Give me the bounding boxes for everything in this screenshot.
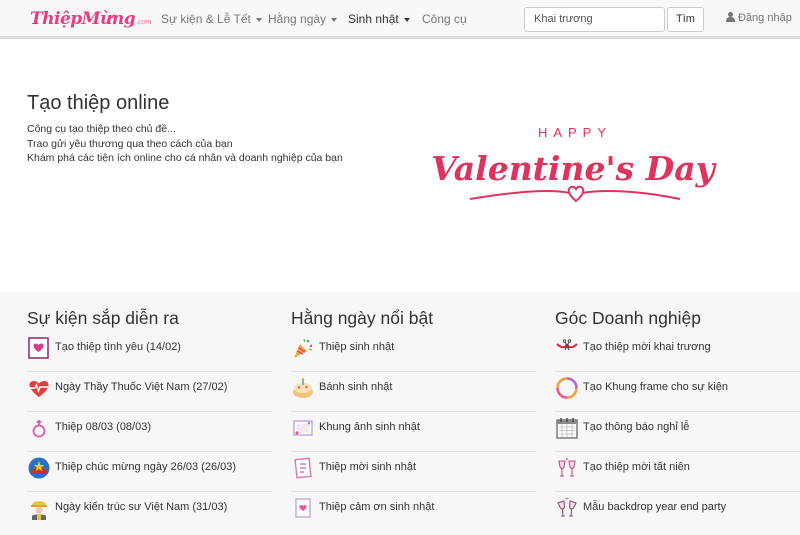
daily-highlights-title: Hằng ngày nổi bật	[291, 308, 434, 328]
business-corner-title: Góc Doanh nghiệp	[555, 308, 701, 328]
user-icon	[726, 12, 735, 22]
top-navbar: ThiệpMừng.com Sự kiện & Lễ Tết Hằng ngày…	[0, 0, 800, 39]
champagne-glasses-icon	[558, 458, 576, 477]
list-item[interactable]: Ngày Thầy Thuốc Việt Nam (27/02)	[27, 372, 272, 412]
list-item-label: Thiệp chúc mừng ngày 26/03 (26/03)	[55, 461, 237, 473]
list-item-label: Ngày Thầy Thuốc Việt Nam (27/02)	[55, 381, 228, 393]
youth-union-icon	[28, 457, 50, 479]
ribbon-cutting-icon	[556, 339, 578, 351]
search-input[interactable]: Khai trương	[524, 7, 665, 32]
banner-happy-text: HAPPY	[538, 125, 612, 140]
invitation-card-icon	[294, 457, 312, 479]
list-item-label: Thiệp sinh nhật	[319, 341, 395, 353]
list-item[interactable]: Thiệp 08/03 (08/03)	[27, 412, 272, 452]
nav-menu-tools[interactable]: Công cụ	[422, 12, 467, 26]
list-item[interactable]: Thiệp cảm ơn sinh nhật	[291, 492, 536, 532]
hero-line-2: Trao gửi yêu thương qua theo cách của bạ…	[27, 138, 233, 150]
list-item-label: Thiệp 08/03 (08/03)	[55, 421, 152, 433]
party-popper-icon	[294, 338, 313, 358]
champagne-toast-icon	[557, 497, 577, 517]
list-item-label: Thiệp cảm ơn sinh nhật	[319, 501, 435, 513]
hero-title: Tạo thiệp online	[27, 92, 170, 114]
list-item[interactable]: Thiệp chúc mừng ngày 26/03 (26/03)	[27, 452, 272, 492]
list-item-label: Tạo thiệp mời khai trương	[583, 341, 711, 353]
site-logo[interactable]: ThiệpMừng.com	[30, 9, 152, 29]
logo-text: ThiệpMừng	[30, 9, 136, 29]
login-label: Đăng nhập	[738, 12, 792, 24]
list-item[interactable]: Thiệp sinh nhật	[291, 332, 536, 372]
list-item-label: Thiệp mời sinh nhật	[319, 461, 417, 473]
list-item-label: Tạo thiệp tình yêu (14/02)	[55, 341, 181, 353]
list-item[interactable]: Tạo thông báo nghỉ lễ	[555, 412, 800, 452]
upcoming-events-title: Sự kiện sắp diễn ra	[27, 308, 179, 328]
valentines-day-banner: HAPPY Valentine's Day	[431, 125, 718, 203]
women-symbol-icon	[32, 420, 46, 438]
love-card-icon	[28, 337, 49, 359]
heart-pulse-icon	[29, 380, 49, 397]
hero-section: Tạo thiệp online Công cụ tạo thiệp theo …	[0, 42, 800, 292]
search-button[interactable]: Tìm	[667, 7, 704, 32]
nav-menu-events-label: Sự kiện & Lễ Tết	[161, 12, 251, 26]
list-item-label: Ngày kiến trúc sư Việt Nam (31/03)	[55, 501, 228, 513]
chevron-down-icon	[255, 17, 262, 22]
nav-menu-daily[interactable]: Hằng ngày	[268, 12, 338, 26]
nav-menu-daily-label: Hằng ngày	[268, 12, 327, 26]
calendar-icon	[556, 418, 578, 439]
list-item[interactable]: Bánh sinh nhật	[291, 372, 536, 412]
photo-frame-icon	[293, 420, 313, 436]
hero-line-3: Khám phá các tiện ích online cho cá nhân…	[27, 152, 343, 164]
thank-you-card-icon	[295, 498, 311, 518]
list-item-label: Khung ảnh sinh nhật	[319, 421, 420, 433]
list-item[interactable]: Tạo thiệp mời khai trương	[555, 332, 800, 372]
nav-menu-events[interactable]: Sự kiện & Lễ Tết	[161, 12, 262, 26]
list-item-label: Tạo thông báo nghỉ lễ	[583, 421, 690, 433]
list-item-label: Tạo thiệp mời tất niên	[583, 461, 690, 473]
birthday-cake-icon	[293, 378, 313, 398]
banner-swash-left	[469, 190, 571, 200]
list-item[interactable]: Tạo Khung frame cho sự kiện	[555, 372, 800, 412]
circle-frame-icon	[556, 377, 578, 399]
heart-icon	[567, 185, 585, 203]
list-item[interactable]: Mẫu backdrop year end party	[555, 492, 800, 532]
chevron-down-icon	[331, 17, 338, 22]
nav-menu-birthday-label: Sinh nhật	[348, 12, 399, 26]
list-item-label: Mẫu backdrop year end party	[583, 501, 727, 513]
list-item[interactable]: Khung ảnh sinh nhật	[291, 412, 536, 452]
login-link[interactable]: Đăng nhập	[726, 12, 792, 24]
featured-sections: Sự kiện sắp diễn ra Tạo thiệp tình yêu (…	[0, 292, 800, 535]
list-item[interactable]: Tạo thiệp tình yêu (14/02)	[27, 332, 272, 372]
nav-menu-tools-label: Công cụ	[422, 12, 467, 26]
list-item[interactable]: Ngày kiến trúc sư Việt Nam (31/03)	[27, 492, 272, 532]
list-item[interactable]: Tạo thiệp mời tất niên	[555, 452, 800, 492]
list-item-label: Tạo Khung frame cho sự kiện	[583, 381, 728, 393]
nav-menu-birthday[interactable]: Sinh nhật	[348, 12, 410, 26]
chevron-down-icon	[403, 17, 410, 22]
banner-swash-right	[581, 190, 681, 200]
hero-line-1: Công cụ tạo thiệp theo chủ đề...	[27, 123, 176, 135]
list-item[interactable]: Thiệp mời sinh nhật	[291, 452, 536, 492]
logo-suffix: .com	[136, 18, 152, 26]
architect-icon	[31, 501, 47, 520]
list-item-label: Bánh sinh nhật	[319, 381, 393, 393]
banner-main-text: Valentine's Day	[431, 149, 717, 188]
